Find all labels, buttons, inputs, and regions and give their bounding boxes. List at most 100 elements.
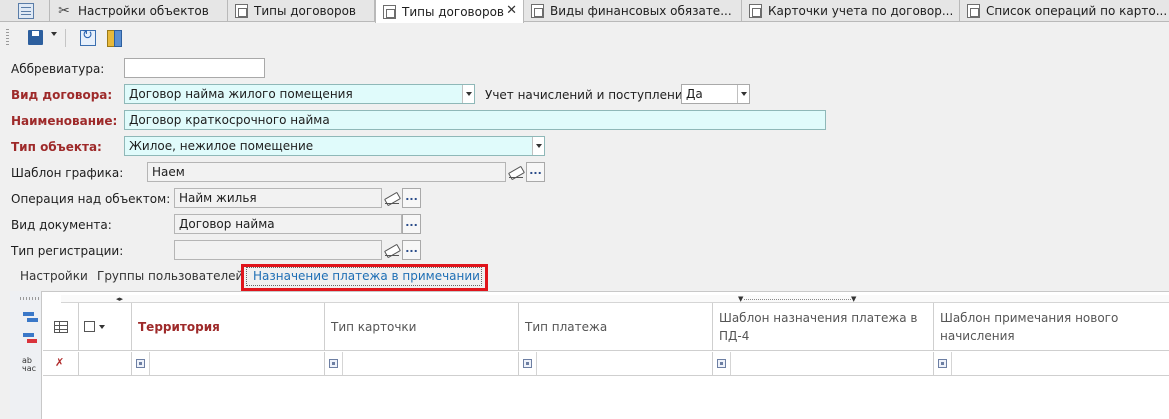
operation-input[interactable]: Найм жилья bbox=[174, 188, 382, 208]
schedule-template-label: Шаблон графика: bbox=[11, 166, 124, 180]
grid-icon bbox=[18, 3, 34, 19]
tab-label: Настройки объектов bbox=[78, 4, 209, 18]
filter-icon[interactable] bbox=[938, 359, 947, 368]
filter-divider bbox=[730, 352, 731, 375]
filter-cell-payment-purpose-template[interactable] bbox=[713, 352, 934, 376]
select-all-checkbox[interactable] bbox=[84, 321, 95, 332]
accrual-label: Учет начислений и поступлений: bbox=[485, 88, 695, 102]
pin-icon[interactable]: ✗ bbox=[55, 356, 64, 369]
tab-label: Виды финансовых обязате... bbox=[550, 4, 732, 18]
accrual-value: Да bbox=[686, 87, 703, 101]
tab-label: Типы договоров bbox=[254, 4, 356, 18]
column-header-card-type[interactable]: Тип карточки bbox=[325, 303, 519, 351]
tab-financial-obligations[interactable]: Виды финансовых обязате... bbox=[524, 0, 742, 22]
column-resize-icon[interactable]: ◂▸ bbox=[116, 295, 123, 303]
abbreviation-label: Аббревиатура: bbox=[11, 62, 105, 76]
filter-divider bbox=[149, 352, 150, 375]
reference-book-icon[interactable] bbox=[104, 28, 124, 48]
tab-contract-cards[interactable]: Карточки учета по договор... bbox=[742, 0, 960, 22]
eraser-icon[interactable] bbox=[382, 188, 402, 208]
tab-home[interactable] bbox=[0, 0, 50, 22]
document-kind-label: Вид документа: bbox=[11, 218, 112, 232]
operation-select-button[interactable]: ... bbox=[402, 188, 421, 208]
save-icon[interactable] bbox=[26, 28, 46, 48]
schedule-template-input[interactable]: Наем bbox=[147, 162, 506, 182]
refresh-icon[interactable] bbox=[78, 28, 98, 48]
filter-icon[interactable] bbox=[136, 359, 145, 368]
registration-type-input[interactable] bbox=[174, 240, 382, 260]
tab-label: Типы договоров bbox=[402, 4, 504, 19]
filter-icon[interactable] bbox=[329, 359, 338, 368]
form-icon bbox=[383, 4, 396, 19]
accrual-select[interactable]: Да bbox=[681, 84, 750, 104]
toolbar-separator bbox=[65, 29, 66, 47]
registration-type-label: Тип регистрации: bbox=[11, 244, 124, 258]
tab-label: Карточки учета по договор... bbox=[768, 4, 954, 18]
save-dropdown-icon[interactable] bbox=[51, 32, 57, 36]
name-input[interactable]: Договор краткосрочного найма bbox=[124, 110, 826, 130]
grid-grip bbox=[20, 297, 40, 300]
band-dotted-line bbox=[744, 299, 852, 300]
highlight-box bbox=[241, 264, 488, 291]
abbreviation-input[interactable] bbox=[124, 58, 265, 78]
object-type-select[interactable]: Жилое, нежилое помещение bbox=[124, 136, 545, 156]
filter-divider bbox=[342, 352, 343, 375]
grid-band-row bbox=[61, 295, 1169, 303]
table-icon[interactable] bbox=[53, 320, 68, 333]
document-kind-input[interactable]: Договор найма bbox=[174, 214, 402, 234]
chevron-down-icon[interactable] bbox=[737, 85, 749, 103]
tab-contract-types-1[interactable]: Типы договоров bbox=[228, 0, 375, 22]
close-icon[interactable]: ✕ bbox=[506, 3, 517, 18]
contract-kind-label: Вид договора: bbox=[11, 88, 113, 102]
band-marker-right-icon: ▼ bbox=[851, 295, 857, 303]
delete-row-icon[interactable] bbox=[22, 331, 38, 347]
filter-divider bbox=[951, 352, 952, 375]
tab-object-settings[interactable]: ✂ Настройки объектов bbox=[50, 0, 228, 22]
operation-label: Операция над объектом: bbox=[11, 192, 171, 206]
band-marker-left-icon: ▼ bbox=[738, 295, 744, 303]
column-header-note-template[interactable]: Шаблон примечания нового начисления bbox=[934, 303, 1169, 351]
filter-cell-payment-type[interactable] bbox=[519, 352, 713, 376]
column-header-payment-purpose-template[interactable]: Шаблон назначения платежа в ПД-4 bbox=[713, 303, 934, 351]
tab-contract-types-active[interactable]: Типы договоров ✕ bbox=[375, 0, 524, 23]
add-row-icon[interactable] bbox=[22, 310, 38, 326]
tab-card-operations[interactable]: Список операций по карто... bbox=[960, 0, 1169, 22]
document-tab-strip: ✂ Настройки объектов Типы договоров Типы… bbox=[0, 0, 1169, 23]
spellcheck-icon[interactable]: ab час bbox=[22, 357, 36, 373]
contract-kind-select[interactable]: Договор найма жилого помещения bbox=[124, 84, 475, 104]
filter-icon[interactable] bbox=[717, 359, 726, 368]
column-header-territory[interactable]: Территория bbox=[132, 303, 325, 351]
filter-cell-select[interactable] bbox=[79, 352, 132, 376]
grid-settings-header[interactable] bbox=[43, 303, 79, 351]
column-header-payment-type[interactable]: Тип платежа bbox=[519, 303, 713, 351]
toolbar bbox=[0, 23, 1169, 53]
filter-divider bbox=[536, 352, 537, 375]
tab-settings[interactable]: Настройки bbox=[20, 269, 88, 283]
contract-kind-value: Договор найма жилого помещения bbox=[129, 87, 353, 101]
select-all-header[interactable] bbox=[79, 303, 132, 351]
chevron-down-icon[interactable] bbox=[99, 324, 105, 329]
filter-cell-card-type[interactable] bbox=[325, 352, 519, 376]
tools-icon: ✂ bbox=[58, 3, 70, 19]
form-icon bbox=[235, 4, 248, 18]
spellcheck-text-bottom: час bbox=[22, 364, 37, 373]
object-type-label: Тип объекта: bbox=[11, 140, 102, 154]
filter-row-indicator[interactable]: ✗ bbox=[43, 352, 79, 376]
name-label: Наименование: bbox=[11, 114, 118, 128]
registration-type-select-button[interactable]: ... bbox=[402, 240, 421, 260]
chevron-down-icon[interactable] bbox=[532, 137, 544, 155]
tab-user-groups[interactable]: Группы пользователей bbox=[97, 269, 243, 283]
toolbar-grip[interactable] bbox=[6, 29, 9, 47]
document-kind-select-button[interactable]: ... bbox=[402, 214, 421, 234]
form-icon bbox=[967, 4, 980, 18]
filter-icon[interactable] bbox=[523, 359, 532, 368]
chevron-down-icon[interactable] bbox=[462, 85, 474, 103]
schedule-template-select-button[interactable]: ... bbox=[526, 162, 545, 182]
form-icon bbox=[531, 4, 544, 18]
object-type-value: Жилое, нежилое помещение bbox=[129, 139, 314, 153]
form-icon bbox=[749, 4, 762, 18]
filter-cell-territory[interactable] bbox=[132, 352, 325, 376]
filter-cell-note-template[interactable] bbox=[934, 352, 1169, 376]
eraser-icon[interactable] bbox=[506, 162, 526, 182]
eraser-icon[interactable] bbox=[382, 240, 402, 260]
